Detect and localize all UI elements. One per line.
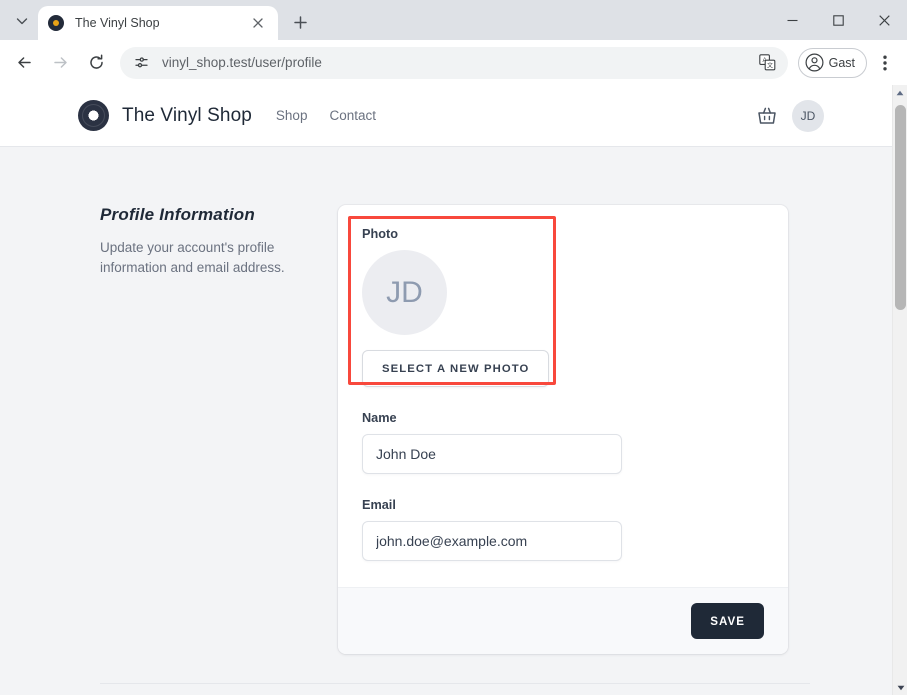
photo-label: Photo <box>362 227 398 241</box>
email-input[interactable] <box>362 521 622 561</box>
web-page: The Vinyl Shop Shop Contact JD Profile I… <box>0 85 892 695</box>
back-arrow-icon <box>17 57 31 68</box>
new-tab-button[interactable] <box>286 8 314 36</box>
section-info: Profile Information Update your account'… <box>100 205 338 654</box>
maximize-icon <box>832 14 844 26</box>
forward-arrow-icon <box>53 57 67 68</box>
tab-strip: The Vinyl Shop <box>0 0 907 40</box>
close-icon <box>878 14 890 26</box>
three-dots-menu-icon <box>883 55 887 70</box>
translate-icon: A 文 <box>759 54 776 71</box>
profile-content: Profile Information Update your account'… <box>0 147 892 654</box>
window-controls <box>769 0 907 40</box>
photo-field: Photo JD SELECT A NEW PHOTO <box>348 216 764 387</box>
site-settings-icon <box>134 57 148 68</box>
plus-icon <box>293 15 307 29</box>
profile-form-card: Photo JD SELECT A NEW PHOTO Name Email <box>338 205 788 654</box>
browser-toolbar: vinyl_shop.test/user/profile A 文 Gast <box>0 40 907 85</box>
profile-avatar: JD <box>362 250 447 335</box>
close-icon <box>253 18 263 28</box>
name-field: Name <box>362 411 764 474</box>
window-close-button[interactable] <box>861 0 907 40</box>
scroll-down-button[interactable] <box>893 680 907 695</box>
shopping-basket-icon[interactable] <box>756 105 778 127</box>
forward-button[interactable] <box>44 47 76 79</box>
nav-link-contact[interactable]: Contact <box>329 108 376 123</box>
back-button[interactable] <box>8 47 40 79</box>
name-input[interactable] <box>362 434 622 474</box>
site-header: The Vinyl Shop Shop Contact JD <box>0 85 892 147</box>
scroll-down-icon <box>897 685 904 690</box>
header-actions: JD <box>756 99 892 132</box>
brand-name: The Vinyl Shop <box>122 104 252 126</box>
form-footer: SAVE <box>338 587 788 654</box>
minimize-icon <box>787 19 797 21</box>
address-bar[interactable]: vinyl_shop.test/user/profile A 文 <box>120 46 788 79</box>
vinyl-record-icon <box>78 100 109 131</box>
section-description: Update your account's profile informatio… <box>100 240 285 275</box>
vinyl-record-icon <box>48 15 64 31</box>
page-divider <box>100 683 810 684</box>
browser-profile-button[interactable]: Gast <box>797 47 867 78</box>
site-settings-button[interactable] <box>128 50 154 76</box>
email-field: Email <box>362 498 764 561</box>
scroll-up-icon <box>896 90 904 95</box>
section-title: Profile Information <box>100 205 255 224</box>
reload-icon <box>89 54 103 69</box>
email-label: Email <box>362 498 396 512</box>
nav-link-shop[interactable]: Shop <box>276 108 308 123</box>
page-viewport: The Vinyl Shop Shop Contact JD Profile I… <box>0 85 907 695</box>
translate-button[interactable]: A 文 <box>754 49 782 77</box>
header-avatar[interactable]: JD <box>792 99 824 132</box>
tab-close-button[interactable] <box>248 13 268 33</box>
brand[interactable]: The Vinyl Shop <box>78 100 252 131</box>
reload-button[interactable] <box>80 47 112 79</box>
browser-window: The Vinyl Shop vinyl_shop.test/user/prof… <box>0 0 907 695</box>
tab-title: The Vinyl Shop <box>75 16 160 30</box>
name-label: Name <box>362 411 397 425</box>
scroll-up-button[interactable] <box>893 85 907 100</box>
svg-text:文: 文 <box>767 61 773 69</box>
site-nav: Shop Contact <box>276 108 376 123</box>
browser-tab[interactable]: The Vinyl Shop <box>38 6 278 40</box>
minimize-button[interactable] <box>769 0 815 40</box>
form-body: Photo JD SELECT A NEW PHOTO Name Email <box>338 205 788 587</box>
tab-search-button[interactable] <box>8 7 36 35</box>
browser-profile-label: Gast <box>828 55 855 70</box>
browser-menu-button[interactable] <box>871 47 899 79</box>
save-button[interactable]: SAVE <box>691 603 764 639</box>
scrollbar-thumb[interactable] <box>895 105 906 310</box>
chevron-down-icon <box>16 18 28 25</box>
account-circle-icon <box>805 53 824 72</box>
select-new-photo-button[interactable]: SELECT A NEW PHOTO <box>362 350 550 387</box>
url-text: vinyl_shop.test/user/profile <box>162 55 322 70</box>
maximize-button[interactable] <box>815 0 861 40</box>
page-scrollbar[interactable] <box>892 85 907 695</box>
